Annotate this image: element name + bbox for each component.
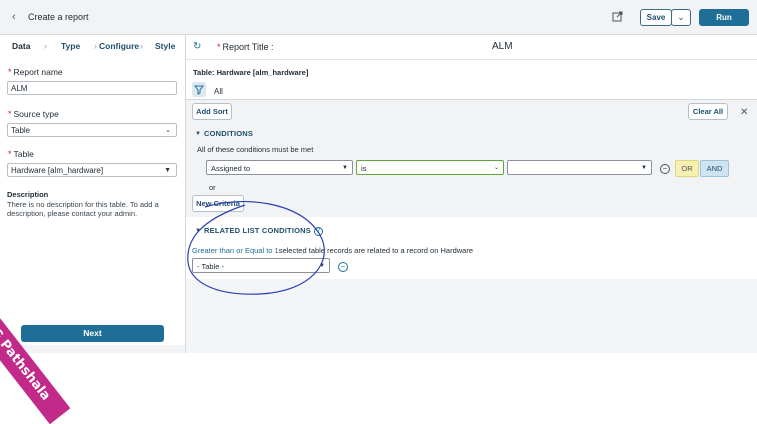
annotation-ellipse — [187, 200, 325, 295]
